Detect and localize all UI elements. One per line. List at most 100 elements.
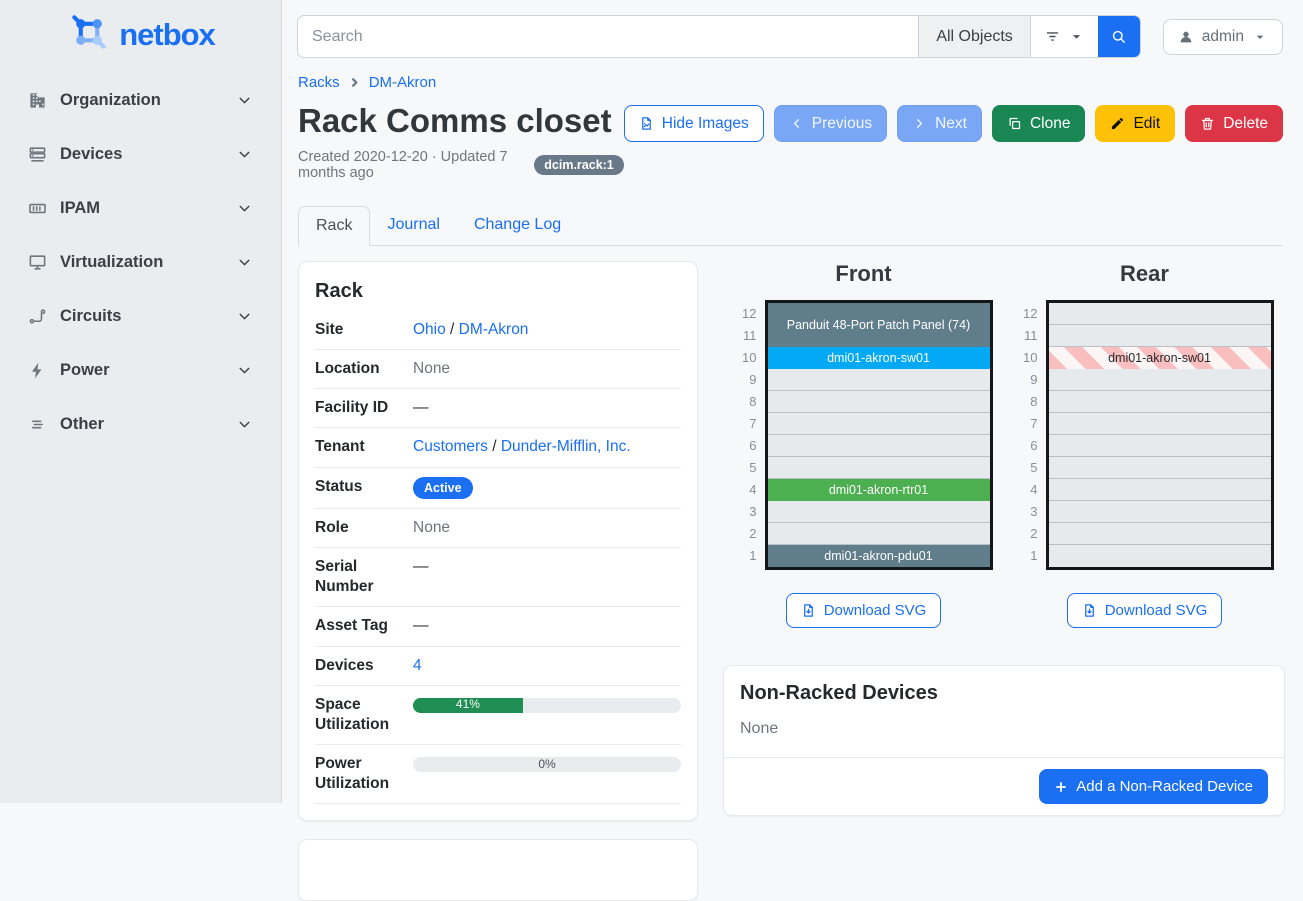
field-value: 41% [413, 695, 681, 735]
sidebar-item-power[interactable]: Power [18, 355, 263, 386]
lines-icon [28, 415, 47, 434]
rack-field-location: LocationNone [315, 350, 681, 389]
rack-unit-empty[interactable] [1049, 303, 1271, 325]
chevron-left-icon [789, 116, 804, 131]
separator: / [488, 437, 501, 457]
field-text: None [413, 359, 450, 379]
search-input[interactable] [298, 16, 918, 57]
unit-number: 8 [735, 391, 757, 413]
chevron-down-icon [236, 200, 253, 217]
sidebar-item-organization[interactable]: Organization [18, 85, 263, 116]
chevron-right-icon [349, 77, 360, 88]
rack-unit-empty[interactable] [1049, 413, 1271, 435]
caret-down-icon [1252, 29, 1268, 45]
rack-unit-empty[interactable] [1049, 501, 1271, 523]
image-file-icon [639, 116, 654, 131]
add-non-racked-device-button[interactable]: Add a Non-Racked Device [1039, 769, 1268, 804]
left-column: Rack SiteOhio / DM-AkronLocationNoneFaci… [298, 261, 698, 901]
rack-unit-empty[interactable] [1049, 391, 1271, 413]
customers-link[interactable]: Customers [413, 437, 488, 457]
field-value: — [413, 398, 681, 418]
field-text: — [413, 616, 429, 636]
devices-count-link[interactable]: 4 [413, 656, 422, 676]
rack-unit-empty[interactable] [1049, 325, 1271, 347]
caret-down-icon [1068, 28, 1085, 45]
rack-unit-empty[interactable] [1049, 457, 1271, 479]
unit-number: 12 [1016, 303, 1038, 325]
sidebar-footer: {} [0, 773, 281, 803]
netbox-logo-icon [66, 10, 112, 59]
rack-unit-empty[interactable] [768, 413, 990, 435]
dunder-mifflin-inc-link[interactable]: Dunder-Mifflin, Inc. [501, 437, 631, 457]
filter-icon [1044, 28, 1061, 45]
rack-unit-empty[interactable] [768, 435, 990, 457]
breadcrumb-racks-link[interactable]: Racks [298, 74, 340, 91]
rack-device-dmi01-akron-sw01[interactable]: dmi01-akron-sw01 [768, 347, 990, 369]
ohio-link[interactable]: Ohio [413, 320, 446, 340]
previous-button[interactable]: Previous [774, 105, 887, 142]
edit-button[interactable]: Edit [1095, 105, 1175, 142]
tab-rack[interactable]: Rack [298, 206, 370, 246]
rack-unit-empty[interactable] [1049, 435, 1271, 457]
sidebar-item-label: Circuits [60, 307, 223, 326]
tab-change-log[interactable]: Change Log [457, 206, 578, 246]
status-badge: Active [413, 477, 473, 500]
rack-device-dmi01-akron-sw01[interactable]: dmi01-akron-sw01 [1049, 347, 1271, 369]
breadcrumb-dm-akron-link[interactable]: DM-Akron [369, 74, 437, 91]
field-value: None [413, 518, 681, 538]
rack-unit-empty[interactable] [1049, 369, 1271, 391]
search-submit-button[interactable] [1098, 16, 1140, 57]
search-filter-button[interactable] [1031, 16, 1098, 57]
rack-device-dmi01-akron-rtr01[interactable]: dmi01-akron-rtr01 [768, 479, 990, 501]
field-label: Space Utilization [315, 695, 413, 735]
unit-number: 3 [1016, 501, 1038, 523]
non-racked-empty-text: None [724, 705, 1284, 757]
sidebar-item-devices[interactable]: Devices [18, 139, 263, 170]
download-file-icon [801, 603, 816, 618]
unit-number: 12 [735, 303, 757, 325]
transit-icon [28, 307, 47, 326]
non-racked-footer: Add a Non-Racked Device [724, 757, 1284, 815]
rack-box: dmi01-akron-sw01 [1046, 300, 1274, 570]
user-menu-button[interactable]: admin [1163, 19, 1283, 55]
rack-unit-empty[interactable] [768, 501, 990, 523]
download-svg-front-button[interactable]: Download SVG [786, 593, 942, 628]
rack-unit-empty[interactable] [768, 523, 990, 545]
rack-unit-empty[interactable] [1049, 545, 1271, 567]
sidebar-item-ipam[interactable]: IPAM [18, 193, 263, 224]
rack-unit-empty[interactable] [1049, 479, 1271, 501]
rack-unit-empty[interactable] [768, 369, 990, 391]
unit-number-column: 121110987654321 [735, 300, 757, 570]
field-label: Role [315, 518, 413, 538]
rear-elevation: Rear 121110987654321dmi01-akron-sw01 Dow… [1004, 261, 1285, 628]
rack-unit-empty[interactable] [1049, 523, 1271, 545]
rack-unit-empty[interactable] [768, 457, 990, 479]
unit-number: 9 [1016, 369, 1038, 391]
breadcrumb: Racks DM-Akron [282, 71, 1303, 91]
hide-images-button[interactable]: Hide Images [624, 105, 764, 142]
sidebar-item-other[interactable]: Other [18, 409, 263, 440]
clone-button[interactable]: Clone [992, 105, 1086, 142]
clone-label: Clone [1030, 115, 1071, 133]
sidebar: netbox Organization Devices IPAM Virtualiza… [0, 0, 282, 803]
rack-device-panduit-48-port-patch-panel-74[interactable]: Panduit 48-Port Patch Panel (74) [768, 303, 990, 347]
field-value: 0% [413, 754, 681, 794]
sidebar-item-virtualization[interactable]: Virtualization [18, 247, 263, 278]
field-value: 4 [413, 656, 681, 676]
rack-field-facility-id: Facility ID— [315, 389, 681, 428]
search-scope-button[interactable]: All Objects [918, 16, 1030, 57]
tab-journal[interactable]: Journal [370, 206, 456, 246]
building-icon [28, 91, 47, 110]
dm-akron-link[interactable]: DM-Akron [459, 320, 529, 340]
brand-name: netbox [119, 17, 215, 53]
sidebar-item-circuits[interactable]: Circuits [18, 301, 263, 332]
main-content: All Objects admin Racks DM-Akron [282, 0, 1303, 803]
next-button[interactable]: Next [897, 105, 982, 142]
download-svg-rear-button[interactable]: Download SVG [1067, 593, 1223, 628]
delete-button[interactable]: Delete [1185, 105, 1283, 142]
rack-device-dmi01-akron-pdu01[interactable]: dmi01-akron-pdu01 [768, 545, 990, 567]
netbox-logo[interactable]: netbox [66, 10, 215, 59]
rack-field-serial-number: Serial Number— [315, 548, 681, 607]
rack-unit-empty[interactable] [768, 391, 990, 413]
rack-field-table: SiteOhio / DM-AkronLocationNoneFacility … [315, 311, 681, 804]
